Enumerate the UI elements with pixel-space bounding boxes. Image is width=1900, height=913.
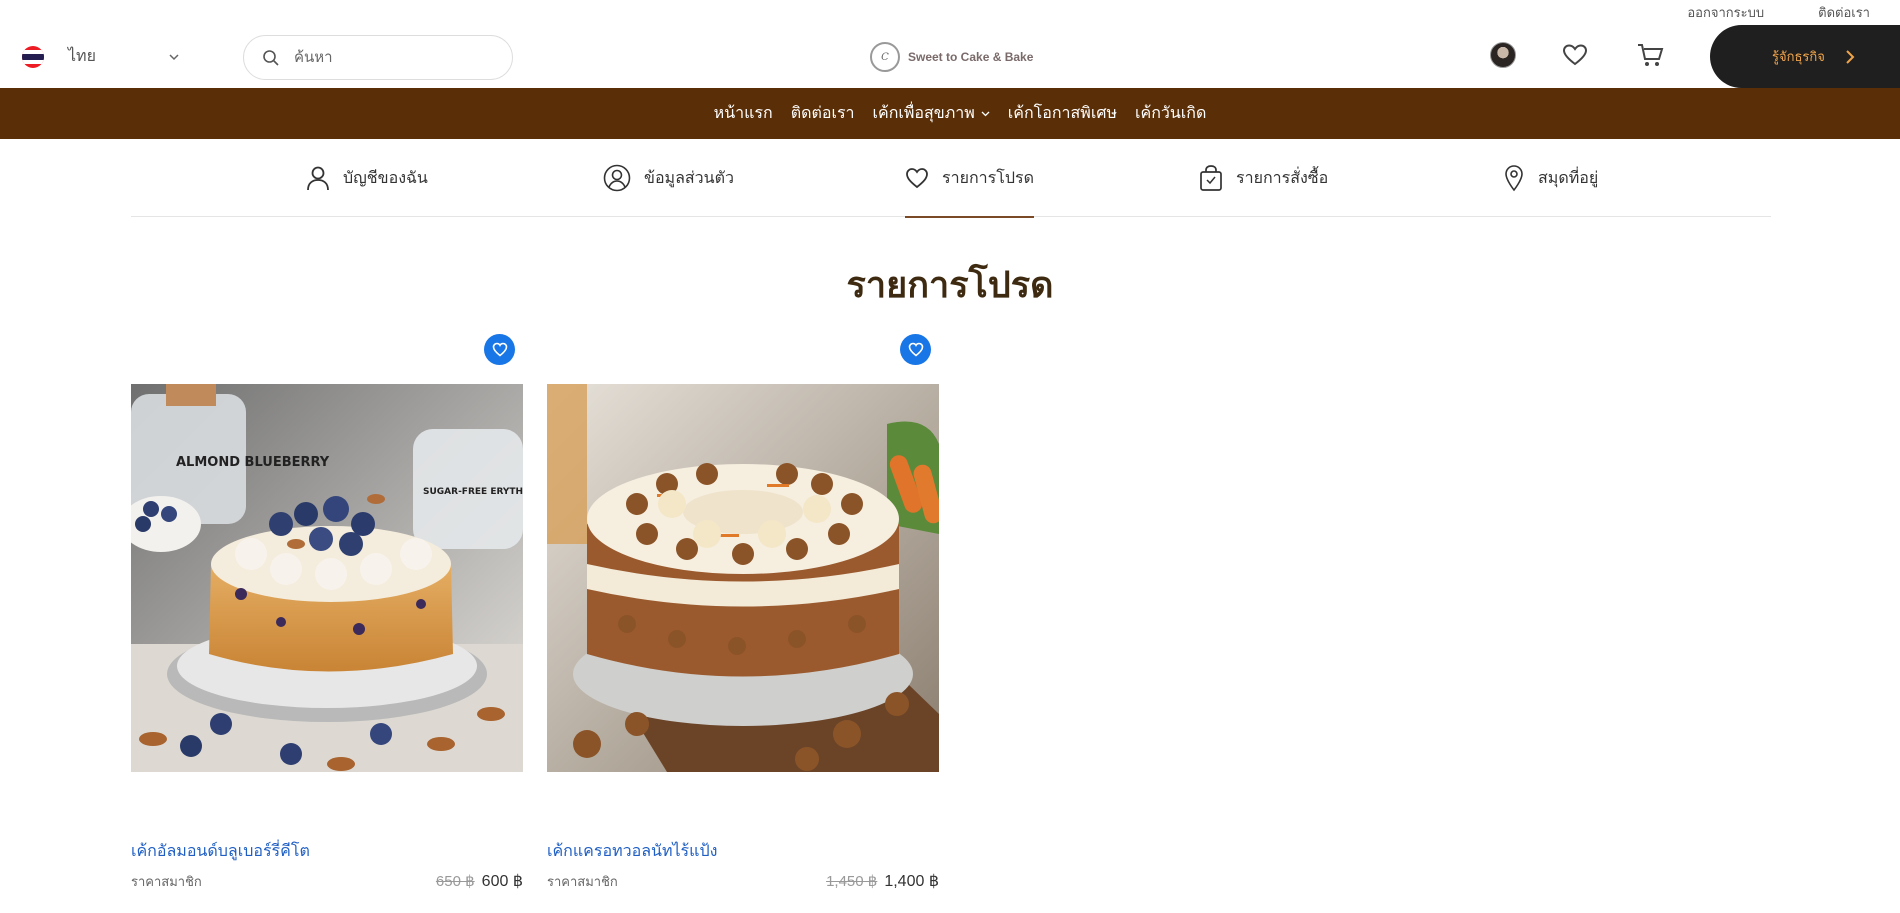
logo-text: Sweet to Cake & Bake: [908, 50, 1034, 64]
page-title: รายการโปรด: [846, 265, 1054, 306]
chevron-down-icon: [169, 53, 179, 60]
search-box: [243, 35, 513, 80]
chevron-right-icon: [1846, 49, 1855, 64]
search-input[interactable]: [294, 49, 484, 66]
original-price: 1,450 ฿: [826, 873, 878, 890]
avatar[interactable]: [1490, 42, 1516, 68]
business-info-button[interactable]: รู้จักธุรกิจ: [1710, 25, 1900, 88]
language-selector[interactable]: ไทย: [22, 44, 180, 69]
search-icon[interactable]: [262, 49, 280, 67]
member-price: 1,400 ฿: [884, 873, 939, 890]
member-price: 600 ฿: [481, 873, 523, 890]
product-image[interactable]: ALMOND BLUEBERRY SUGAR-FREE ERYTHRITOL: [131, 384, 523, 772]
nav-item-healthy-cakes-label: เค้กเพื่อสุขภาพ: [872, 105, 975, 122]
account-tabs: บัญชีของฉัน ข้อมูลส่วนตัว รายการโปรด ราย…: [131, 139, 1771, 218]
jar-label-2: SUGAR-FREE ERYTHRITOL: [423, 487, 523, 497]
nav-item-home[interactable]: หน้าแรก: [714, 101, 773, 126]
tab-my-account[interactable]: บัญชีของฉัน: [306, 139, 428, 217]
product-name[interactable]: เค้กอัลมอนด์บลูเบอร์รี่คีโต: [131, 839, 310, 864]
tab-address-book-label: สมุดที่อยู่: [1538, 169, 1599, 187]
tab-orders[interactable]: รายการสั่งซื้อ: [1199, 139, 1328, 217]
tab-personal-info[interactable]: ข้อมูลส่วนตัว: [603, 139, 734, 217]
heart-icon: [908, 342, 923, 357]
chevron-down-icon: [981, 111, 990, 117]
tab-address-book[interactable]: สมุดที่อยู่: [1503, 139, 1598, 217]
site-header: ไทย C Sweet to Cake & Bake รู้จักธุรกิจ: [0, 0, 1900, 88]
heart-icon: [492, 342, 507, 357]
nav-item-contact[interactable]: ติดต่อเรา: [791, 101, 855, 126]
header-actions: [1490, 42, 1664, 68]
nav-item-special-occasion[interactable]: เค้กโอกาสพิเศษ: [1008, 101, 1117, 126]
tab-my-account-label: บัญชีของฉัน: [343, 169, 428, 187]
language-label: ไทย: [68, 48, 96, 65]
original-price: 650 ฿: [435, 873, 475, 890]
jar-label-1: ALMOND BLUEBERRY: [176, 455, 330, 470]
tab-personal-info-label: ข้อมูลส่วนตัว: [644, 169, 734, 187]
cart-icon[interactable]: [1636, 42, 1664, 68]
site-logo[interactable]: C Sweet to Cake & Bake: [870, 42, 1033, 72]
product-name[interactable]: เค้กแครอทวอลนัทไร้แป้ง: [547, 839, 717, 864]
tab-orders-label: รายการสั่งซื้อ: [1236, 169, 1329, 187]
member-price-label: ราคาสมาชิก: [131, 874, 202, 889]
main-nav: หน้าแรก ติดต่อเรา เค้กเพื่อสุขภาพ เค้กโอ…: [0, 88, 1900, 139]
thai-flag-icon: [22, 45, 44, 68]
profile-icon: [603, 164, 631, 192]
tab-favorites-label: รายการโปรด: [942, 169, 1034, 187]
location-pin-icon: [1505, 165, 1523, 192]
logo-mark-icon: C: [870, 42, 900, 72]
nav-item-healthy-cakes[interactable]: เค้กเพื่อสุขภาพ: [873, 101, 990, 126]
user-icon: [307, 166, 329, 191]
price-row: ราคาสมาชิก 1,450 ฿ 1,400 ฿: [547, 871, 939, 892]
remove-favorite-button[interactable]: [900, 334, 931, 365]
heart-icon: [906, 168, 928, 189]
nav-item-birthday[interactable]: เค้กวันเกิด: [1135, 101, 1206, 126]
tab-favorites[interactable]: รายการโปรด: [905, 139, 1034, 218]
shopping-bag-icon: [1200, 165, 1222, 191]
member-price-label: ราคาสมาชิก: [547, 874, 618, 889]
wishlist-heart-icon[interactable]: [1562, 43, 1588, 67]
remove-favorite-button[interactable]: [484, 334, 515, 365]
business-button-label: รู้จักธุรกิจ: [1772, 49, 1825, 64]
price-row: ราคาสมาชิก 650 ฿ 600 ฿: [131, 871, 523, 892]
product-image[interactable]: [547, 384, 939, 772]
